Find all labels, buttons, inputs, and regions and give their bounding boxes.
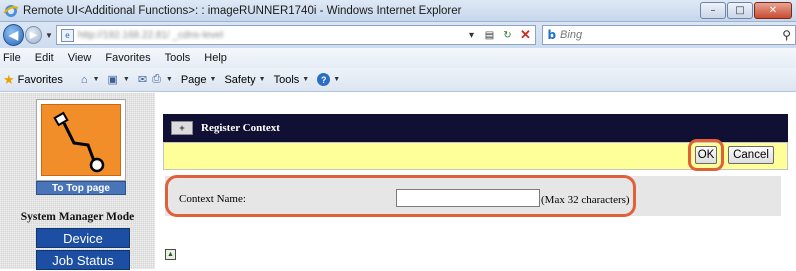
help-dropdown-icon[interactable]: ▼ xyxy=(333,76,340,83)
menu-bar: File Edit View Favorites Tools Help xyxy=(0,48,796,68)
menu-tools[interactable]: Tools xyxy=(165,52,191,64)
connector-icon xyxy=(53,111,105,173)
address-dropdown-icon[interactable]: ▾ xyxy=(463,27,479,43)
max-characters-note: (Max 32 characters) xyxy=(541,194,630,206)
back-to-top-icon[interactable]: ▲ xyxy=(165,249,176,260)
register-context-header: + Register Context xyxy=(163,114,788,142)
context-name-input[interactable] xyxy=(396,189,540,207)
close-window-button[interactable]: ✕ xyxy=(754,2,792,19)
home-dropdown-icon[interactable]: ▼ xyxy=(93,76,100,83)
top-page-logo[interactable] xyxy=(36,99,126,181)
minimize-button[interactable]: – xyxy=(700,2,726,19)
feeds-dropdown-icon[interactable]: ▼ xyxy=(123,76,130,83)
main-area: + Register Context OK Cancel Context Nam… xyxy=(155,93,796,269)
menu-favorites[interactable]: Favorites xyxy=(105,52,150,64)
compatibility-view-icon[interactable]: ▤ xyxy=(481,27,497,43)
page-icon: e xyxy=(60,28,74,42)
nav-device-button[interactable]: Device xyxy=(36,228,130,248)
menu-view[interactable]: View xyxy=(68,52,92,64)
command-bar: ★ Favorites ⌂ ▼ ▣ ▼ ✉ ⎙ ▼ Page ▼ Safety … xyxy=(0,68,796,92)
address-toolbar: ◀ ▶ ▼ e http://192.168.22.81/ _cdns-leve… xyxy=(0,22,796,48)
home-icon[interactable]: ⌂ xyxy=(81,74,88,86)
ok-button[interactable]: OK xyxy=(695,146,717,164)
search-icon[interactable]: ⚲ xyxy=(782,28,791,42)
safety-dropdown-icon[interactable]: ▼ xyxy=(259,76,266,83)
top-page-logo-art xyxy=(41,104,121,176)
page-dropdown-icon[interactable]: ▼ xyxy=(210,76,217,83)
cancel-button[interactable]: Cancel xyxy=(728,146,774,164)
stop-icon[interactable]: ✕ xyxy=(517,27,533,43)
help-icon[interactable]: ? xyxy=(317,73,331,86)
tools-dropdown-icon[interactable]: ▼ xyxy=(302,76,309,83)
print-icon[interactable]: ⎙ xyxy=(152,73,161,86)
menu-edit[interactable]: Edit xyxy=(35,52,54,64)
nav-job-status-button[interactable]: Job Status xyxy=(36,250,130,270)
context-form-icon: + xyxy=(171,121,193,135)
safety-menu[interactable]: Safety xyxy=(224,74,255,86)
print-dropdown-icon[interactable]: ▼ xyxy=(166,76,173,83)
back-button[interactable]: ◀ xyxy=(3,24,24,46)
maximize-button[interactable]: □ xyxy=(727,2,753,19)
feeds-icon[interactable]: ▣ xyxy=(108,73,118,86)
window-title: Remote UI<Additional Functions>: : image… xyxy=(23,4,462,17)
bing-logo-icon: b xyxy=(547,28,557,42)
menu-file[interactable]: File xyxy=(3,52,21,64)
page-title: Register Context xyxy=(201,122,280,134)
sidebar: To Top page System Manager Mode Device J… xyxy=(0,93,155,270)
system-manager-mode-label: System Manager Mode xyxy=(20,211,135,223)
page-menu[interactable]: Page xyxy=(181,74,207,86)
to-top-page-link[interactable]: To Top page xyxy=(36,181,126,195)
forward-button[interactable]: ▶ xyxy=(24,26,43,44)
search-placeholder[interactable]: Bing xyxy=(560,29,582,41)
context-name-label: Context Name: xyxy=(179,193,246,205)
tools-menu[interactable]: Tools xyxy=(274,74,300,86)
url-text[interactable]: http://192.168.22.81/ _cdns-level xyxy=(78,30,223,41)
internet-explorer-icon xyxy=(3,4,19,17)
history-dropdown-icon[interactable]: ▼ xyxy=(45,31,53,40)
menu-help[interactable]: Help xyxy=(204,52,227,64)
refresh-icon[interactable]: ↻ xyxy=(499,27,515,43)
window-title-bar: Remote UI<Additional Functions>: : image… xyxy=(0,0,796,22)
favorites-star-icon[interactable]: ★ xyxy=(3,72,15,88)
address-field[interactable]: e http://192.168.22.81/ _cdns-level ▾ ▤ … xyxy=(55,25,537,45)
page-content: To Top page System Manager Mode Device J… xyxy=(0,93,796,270)
favorites-button[interactable]: Favorites xyxy=(18,74,63,86)
mail-icon[interactable]: ✉ xyxy=(138,73,147,86)
search-field[interactable]: b Bing ⚲ xyxy=(542,25,796,45)
